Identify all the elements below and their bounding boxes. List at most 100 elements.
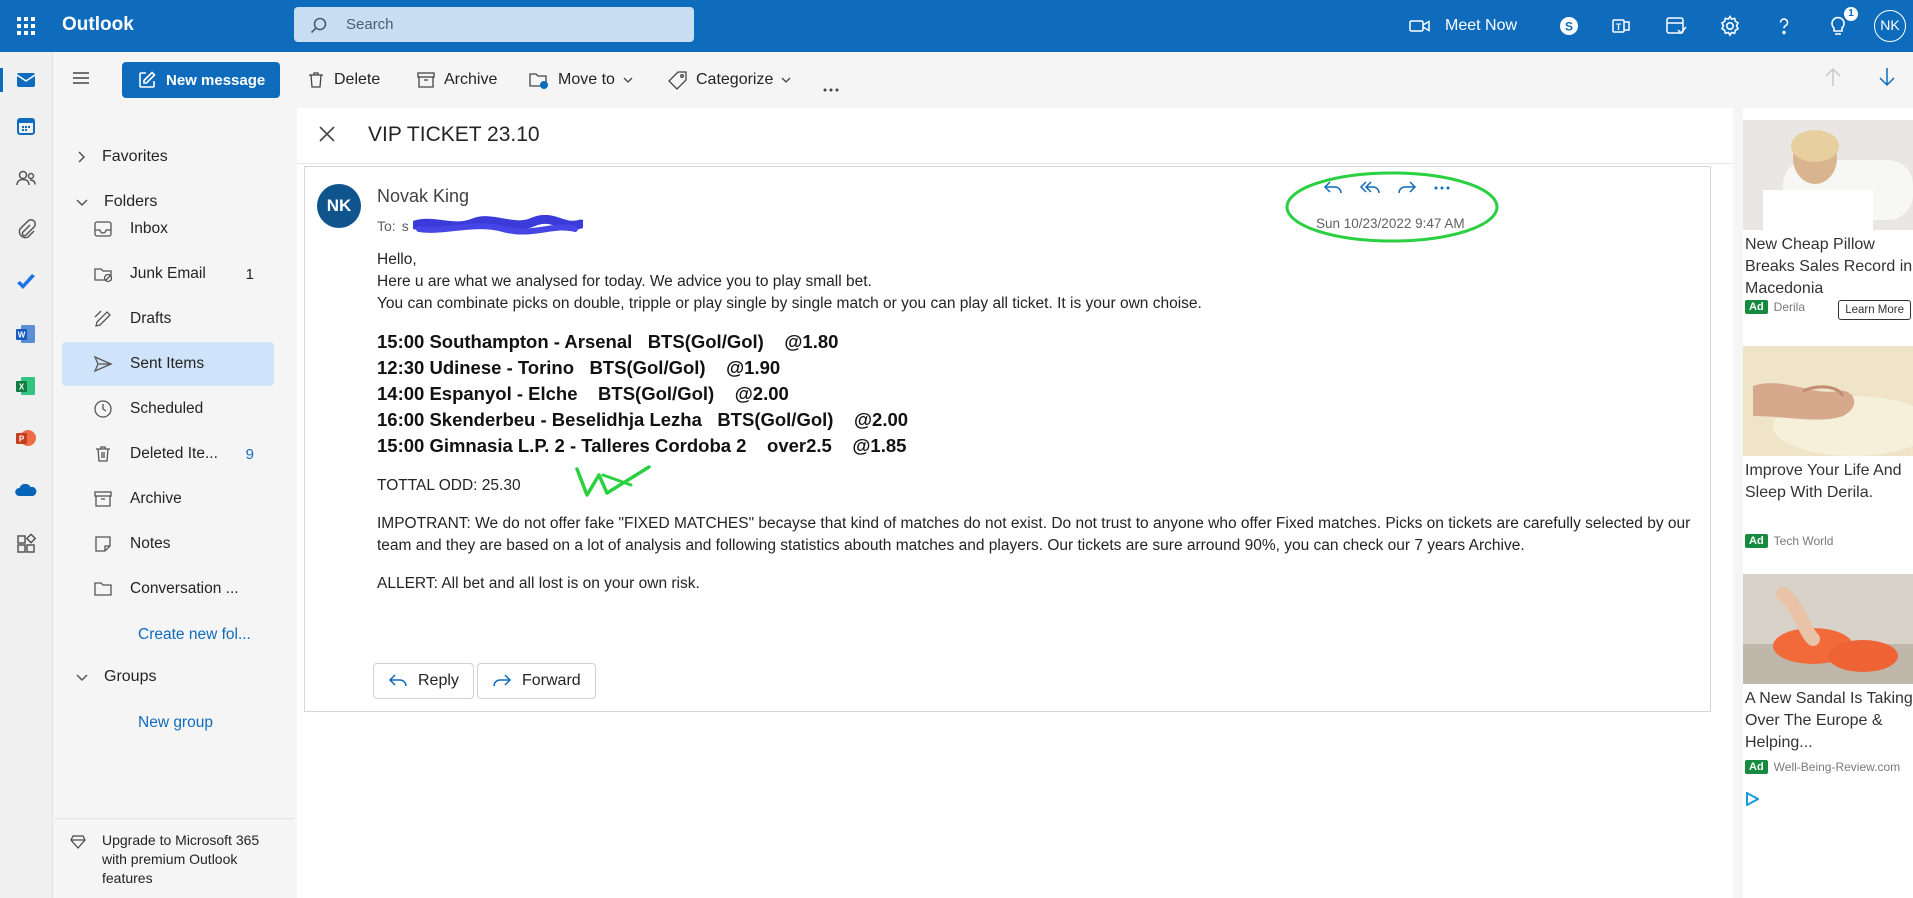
reply-button[interactable]: Reply (373, 663, 474, 699)
recipients-line: To: s (377, 215, 583, 237)
folder-scheduled[interactable]: Scheduled (62, 387, 274, 431)
ad-footer: Ad Well-Being-Review.com (1745, 760, 1900, 774)
ads-column: New Cheap Pillow Breaks Sales Record in … (1743, 108, 1913, 898)
ad-footer: Ad Derila (1745, 300, 1805, 314)
search-input[interactable]: Search (346, 16, 394, 33)
reply-label: Reply (418, 672, 459, 689)
move-to-label: Move to (558, 71, 615, 88)
body-line: Here u are what we analysed for today. W… (377, 273, 872, 290)
onedrive-icon[interactable] (14, 478, 38, 502)
folder-label: Drafts (130, 310, 172, 327)
create-new-folder-link[interactable]: Create new fol... (138, 626, 251, 644)
meet-now-button[interactable]: Meet Now (1409, 10, 1517, 42)
forward-icon[interactable] (1397, 179, 1417, 197)
learn-more-button[interactable]: Learn More (1838, 300, 1911, 320)
collapse-menu-icon[interactable] (72, 71, 90, 85)
attachment-icon[interactable] (14, 218, 38, 242)
ad-sandal-image (1743, 574, 1913, 684)
delete-label: Delete (334, 71, 381, 88)
search-box[interactable]: Search (294, 7, 694, 42)
unread-count: 1 (245, 265, 254, 283)
subject-bar: VIP TICKET 23.10 (297, 108, 1733, 164)
app-rail: W X P (0, 52, 53, 898)
to-label: To: (377, 218, 396, 234)
upgrade-banner[interactable]: Upgrade to Microsoft 365 with premium Ou… (54, 818, 294, 898)
folder-sent-items[interactable]: Sent Items (62, 342, 274, 386)
more-actions-icon[interactable] (1433, 179, 1451, 197)
forward-icon (493, 674, 512, 687)
delete-button[interactable]: Delete (306, 66, 380, 94)
groups-header[interactable]: Groups (62, 657, 156, 697)
settings-gear-icon[interactable] (1718, 14, 1742, 38)
ad-source: Tech World (1773, 534, 1834, 548)
folder-label: Notes (130, 535, 171, 552)
excel-icon[interactable]: X (14, 374, 38, 398)
ad-badge: Ad (1745, 534, 1768, 548)
account-avatar[interactable]: NK (1874, 10, 1906, 42)
calendar-icon[interactable] (14, 114, 38, 138)
redaction-scribble (412, 215, 583, 235)
folder-inbox[interactable]: Inbox (62, 207, 274, 251)
reply-all-icon[interactable] (1359, 179, 1381, 197)
more-options-icon[interactable] (822, 76, 840, 104)
ad-source: Well-Being-Review.com (1773, 760, 1901, 774)
new-group-link[interactable]: New group (138, 714, 213, 732)
reply-icon[interactable] (1323, 179, 1343, 197)
folder-notes[interactable]: Notes (62, 522, 274, 566)
new-message-button[interactable]: New message (122, 62, 280, 98)
ad-pillow-image (1743, 120, 1913, 230)
body-line: You can combinate picks on double, tripp… (377, 295, 1202, 312)
svg-text:P: P (19, 435, 25, 444)
todo-check-icon[interactable] (14, 270, 38, 294)
app-title[interactable]: Outlook (62, 14, 134, 36)
categorize-button[interactable]: Categorize (668, 66, 791, 94)
ad-item[interactable]: Improve Your Life And Sleep With Derila.… (1743, 346, 1913, 556)
svg-text:T: T (1616, 22, 1622, 32)
notification-badge: 1 (1844, 7, 1858, 21)
my-day-icon[interactable] (1664, 14, 1688, 38)
chevron-down-icon (76, 674, 88, 682)
sent-date: Sun 10/23/2022 9:47 AM (1316, 216, 1465, 231)
forward-button[interactable]: Forward (477, 663, 596, 699)
message-body: Hello, Here u are what we analysed for t… (377, 249, 1697, 595)
chevron-down-icon (781, 77, 791, 83)
sender-avatar[interactable]: NK (317, 184, 361, 228)
trash-icon (309, 72, 323, 88)
close-icon[interactable] (317, 124, 337, 144)
note-icon (95, 536, 111, 552)
folder-junk-email[interactable]: Junk Email 1 (62, 252, 274, 296)
arrow-up-icon[interactable] (1824, 66, 1842, 88)
ad-badge: Ad (1745, 300, 1768, 314)
top-bar: Outlook Search Meet Now S T 1 NK (0, 0, 1913, 52)
recipient-prefix[interactable]: s (402, 218, 409, 234)
help-icon[interactable] (1772, 14, 1796, 38)
teams-icon[interactable]: T (1610, 14, 1634, 38)
folder-drafts[interactable]: Drafts (62, 297, 274, 341)
arrow-down-icon[interactable] (1878, 66, 1896, 88)
folder-archive[interactable]: Archive (62, 477, 274, 521)
compose-icon (139, 71, 156, 88)
more-apps-icon[interactable] (14, 532, 38, 556)
move-to-button[interactable]: Move to (528, 66, 633, 94)
adchoices-icon[interactable] (1745, 792, 1759, 806)
favorites-header[interactable]: Favorites (62, 137, 168, 177)
mail-icon[interactable] (14, 68, 38, 92)
powerpoint-icon[interactable]: P (14, 426, 38, 450)
folder-conversation-history[interactable]: Conversation ... (62, 567, 274, 611)
word-icon[interactable]: W (14, 322, 38, 346)
archive-button[interactable]: Archive (416, 66, 497, 94)
reply-icon (388, 674, 407, 687)
pencil-icon (94, 310, 111, 327)
folder-label: Scheduled (130, 400, 204, 417)
people-icon[interactable] (14, 166, 38, 190)
folder-deleted-items[interactable]: Deleted Ite... 9 (62, 432, 274, 476)
pick-item: 14:00 Espanyol - Elche BTS(Gol/Gol) @2.0… (377, 383, 789, 404)
ad-item[interactable]: A New Sandal Is Taking Over The Europe &… (1743, 574, 1913, 784)
video-camera-icon (1409, 20, 1430, 32)
sender-name[interactable]: Novak King (377, 186, 469, 207)
chevron-down-icon (623, 77, 633, 83)
ad-item[interactable]: New Cheap Pillow Breaks Sales Record in … (1743, 120, 1913, 330)
app-launcher-icon[interactable] (14, 14, 38, 38)
move-folder-icon (529, 73, 548, 89)
skype-icon[interactable]: S (1557, 14, 1581, 38)
